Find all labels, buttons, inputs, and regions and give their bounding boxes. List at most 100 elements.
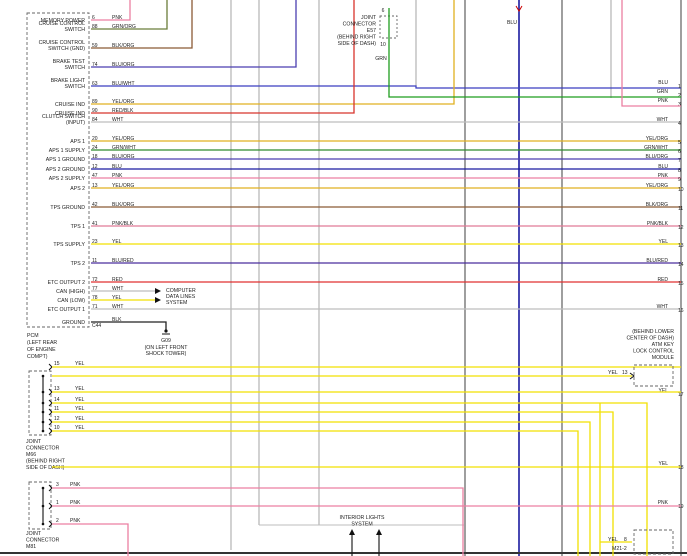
m66-pin-number: 14 [54, 397, 60, 403]
pcm-wire-color-label: YEL [112, 239, 122, 245]
right-wire-color-label: YEL/ORG [646, 136, 668, 142]
right-wire-number: 4 [678, 121, 681, 127]
pcm-pin-number: 18 [92, 154, 98, 160]
right-wire-number: 14 [678, 262, 684, 268]
right-wire-number: 1 [678, 84, 681, 90]
m66-wire-label: YEL [75, 416, 85, 422]
pcm-pin-label: CRUISE IND [55, 102, 85, 108]
pcm-pin-label: SWITCH [65, 27, 86, 33]
interior-lights-label: SYSTEM [351, 522, 372, 528]
atm-pin-number: 13 [622, 370, 628, 376]
pcm-pin-label: SWITCH (GND) [48, 46, 85, 52]
pcm-pin-label: ETC OUTPUT 1 [48, 307, 85, 313]
pcm-pin-number: 63 [92, 81, 98, 87]
pcm-wire [91, 0, 131, 21]
atm-label: CENTER OF DASH) [626, 336, 674, 342]
pcm-caption: (LEFT REAR [27, 340, 57, 346]
m66-label: SIDE OF DASH) [26, 465, 65, 471]
interior-lights-label: INTERIOR LIGHTS [340, 515, 386, 521]
pcm-pin-label: APS 2 GROUND [46, 167, 85, 173]
pin-chevron-icon [48, 363, 53, 371]
right-wire-number: 18 [678, 465, 684, 471]
right-wire-number: 17 [678, 392, 684, 398]
pin-chevron-icon [48, 520, 53, 528]
right-wire-number: 10 [678, 187, 684, 193]
pcm-pin-label: TPS SUPPLY [53, 242, 85, 248]
misc-annotations: INTERIOR LIGHTSSYSTEMYEL 8M21-2 [340, 515, 674, 556]
right-wire-color-label: GRN [657, 89, 669, 95]
pcm-wire-color-label: BLU/WHT [112, 81, 135, 87]
right-wire-number: 15 [678, 281, 684, 287]
pcm-wire-color-label: PNK [112, 15, 123, 21]
grn-wire [388, 45, 681, 98]
pcm-pin-number: 11 [92, 258, 97, 264]
e57-pin-bottom: 10 [380, 42, 386, 48]
pcm-pin-label: APS 1 SUPPLY [49, 148, 86, 154]
pcm-pin-number: 89 [92, 99, 98, 105]
joint-connector-e57: 6 10 JOINTCONNECTORE57(BEHIND RIGHTSIDE OF… [337, 5, 523, 62]
pcm-wire-color-label: GRN/WHT [112, 145, 136, 151]
m66-pin-number: 10 [54, 425, 60, 431]
splice-dot-icon [41, 390, 45, 394]
splice-dot-icon [41, 504, 45, 508]
atm-wire-label: YEL [608, 370, 618, 376]
right-wire-number: 5 [678, 140, 681, 146]
m81-wire [52, 523, 129, 556]
pcm-pin-label: APS 1 GROUND [46, 157, 85, 163]
pcm-pin-number: 88 [92, 24, 98, 30]
pcm-wire-color-label: BLK [112, 317, 122, 323]
pcm-wire-color-label: GRN/ORG [112, 24, 136, 30]
m66-wire [52, 402, 648, 556]
pcm-pin-label: SWITCH [65, 84, 86, 90]
right-wire-number: 13 [678, 243, 684, 249]
m81-pin-number: 2 [56, 518, 59, 524]
pcm-pin-number: 13 [92, 183, 98, 189]
m66-wire [52, 421, 591, 556]
pcm-connector: MEMORY POWER 6 PNKCRUISE CONTROLSWITCH 88 GR… [26, 12, 136, 360]
atm-module-body [633, 364, 674, 387]
right-wire-number: 7 [678, 158, 681, 164]
splice-dot-icon [41, 420, 45, 424]
right-wire-color-label: GRN/WHT [644, 145, 668, 151]
pcm-wire-color-label: PNK [112, 173, 123, 179]
pcm-pin-label: GROUND [62, 320, 85, 326]
right-wire-number: 6 [678, 149, 681, 155]
pcm-pin-label: TPS 2 [71, 261, 86, 267]
arrow-icon [155, 297, 161, 303]
right-wire-color-label: BLK/ORG [646, 202, 668, 208]
m81-connector-body [28, 481, 52, 530]
pin-chevron-icon [48, 388, 53, 396]
pcm-wire [91, 0, 297, 68]
right-wire-color-label: WHT [657, 117, 668, 123]
atm-label: MODULE [652, 355, 675, 361]
pin-chevron-icon [48, 484, 53, 492]
arrow-icon [155, 288, 161, 294]
pcm-pin-number: 47 [92, 173, 98, 179]
pcm-wire-layer: COMPUTERDATA LINESSYSTEMG09(ON LEFT FRON… [91, 0, 681, 357]
right-wire-color-label: BLU/ORG [645, 154, 668, 160]
right-wire-color-label: PNK [658, 98, 669, 104]
right-wire-number: 12 [678, 225, 684, 231]
splice-dot-icon [41, 410, 45, 414]
pcm-wire-color-label: BLU [112, 164, 122, 170]
pcm-pin-number: 78 [92, 295, 98, 301]
pcm-wire [91, 0, 455, 105]
vertical-wire-layer [0, 0, 687, 556]
pcm-wire-color-label: BLU/ORG [112, 62, 135, 68]
m66-label: M66 [26, 452, 36, 458]
wiring-diagram: COMPUTERDATA LINESSYSTEMG09(ON LEFT FRON… [0, 0, 687, 556]
right-wire-color-label: BLU [658, 80, 668, 86]
m66-wire [52, 430, 579, 556]
e57-label: JOINT [361, 15, 377, 21]
pcm-wire-color-label: YEL/ORG [112, 183, 134, 189]
m66-connector-body [28, 370, 52, 436]
pnk-wire [621, 0, 681, 107]
right-wire-color-label: BLU [658, 164, 668, 170]
pcm-pin-number: 41 [92, 221, 98, 227]
right-wire-color-label: YEL [659, 239, 669, 245]
pin-chevron-icon [48, 427, 53, 435]
m66-wire-label: YEL [75, 397, 85, 403]
right-wire-number: 11 [678, 206, 683, 212]
right-wire-number: 9 [678, 177, 681, 183]
m66-wire-label: YEL [75, 361, 85, 367]
